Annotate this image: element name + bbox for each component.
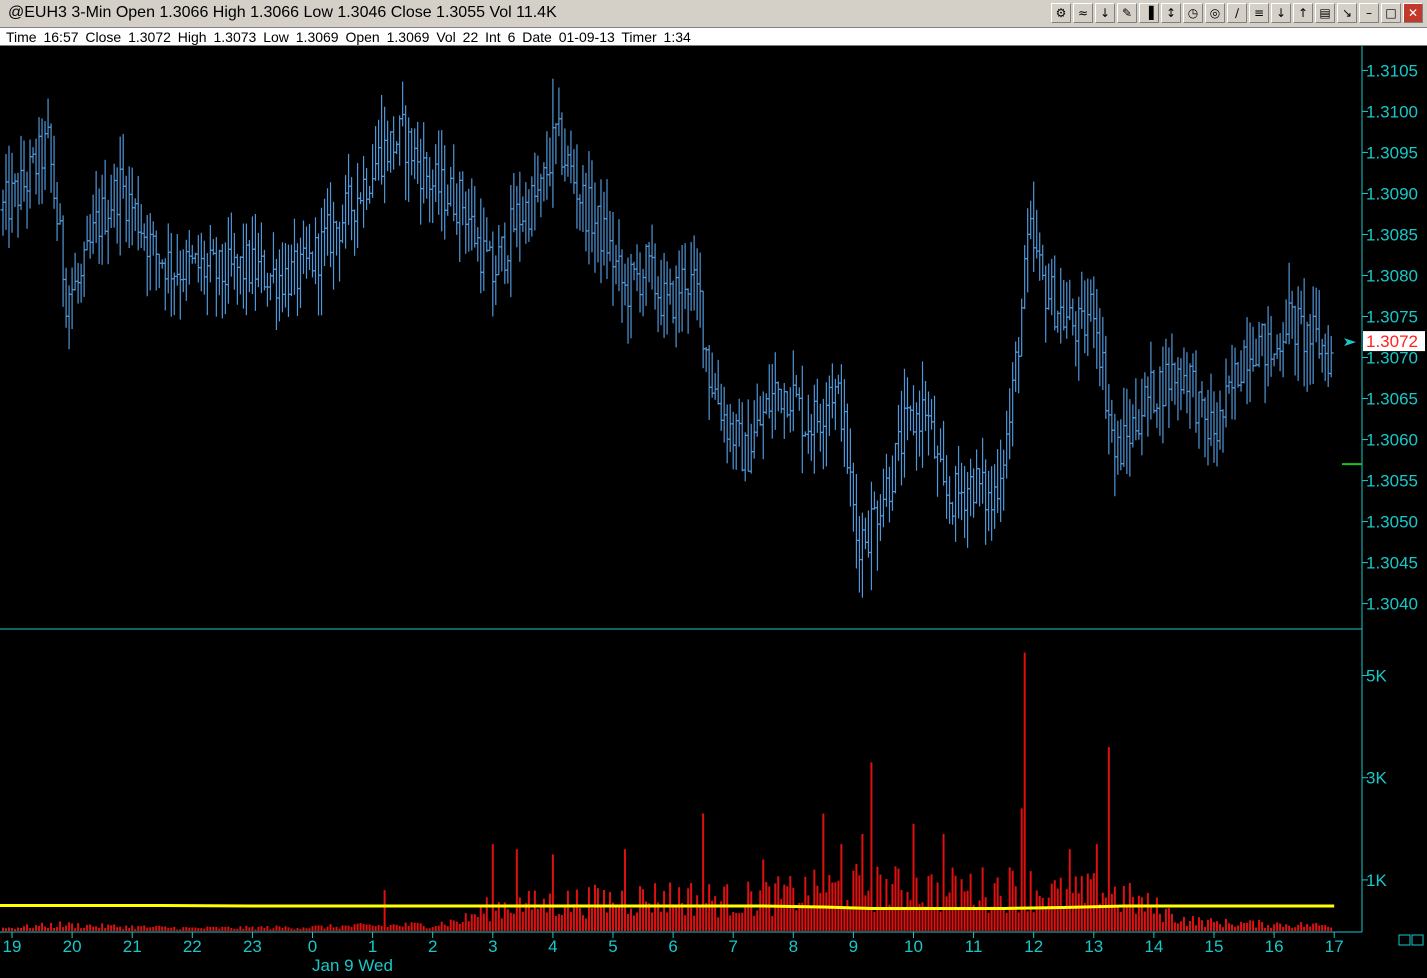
svg-text:8: 8 [789,937,798,956]
close-icon[interactable]: ✕ [1403,3,1423,23]
svg-text:4: 4 [548,937,557,956]
toolbar-btn-4-icon[interactable]: ✎ [1117,3,1137,23]
svg-text:1.3085: 1.3085 [1366,225,1418,244]
price-volume-chart[interactable]: 1.3040 1.3045 1.3050 1.3055 1.3060 1.3065 1.30… [0,46,1427,978]
svg-text:1.3060: 1.3060 [1366,431,1418,450]
volume-tick: 5K [1362,667,1387,686]
svg-text:10: 10 [904,937,923,956]
price-tick: 1.3045 [1362,554,1418,573]
maximize-icon[interactable]: □ [1381,3,1401,23]
svg-text:3: 3 [488,937,497,956]
volume-tick: 3K [1362,769,1387,788]
svg-text:1.3065: 1.3065 [1366,390,1418,409]
price-tick: 1.3095 [1362,143,1418,162]
svg-text:1.3050: 1.3050 [1366,513,1418,532]
svg-text:15: 15 [1205,937,1224,956]
price-tick: 1.3040 [1362,595,1418,614]
price-tick: 1.3075 [1362,307,1418,326]
svg-text:1.3070: 1.3070 [1366,349,1418,368]
svg-text:5: 5 [608,937,617,956]
bar-info-text: Time 16:57 Close 1.3072 High 1.3073 Low … [6,29,691,45]
minimize-icon[interactable]: – [1359,3,1379,23]
svg-text:21: 21 [123,937,142,956]
price-tick: 1.3100 [1362,102,1418,121]
svg-text:0: 0 [308,937,317,956]
svg-text:1.3090: 1.3090 [1366,184,1418,203]
toolbar-btn-3-icon[interactable]: ↓ [1095,3,1115,23]
svg-text:23: 23 [243,937,262,956]
svg-text:6: 6 [668,937,677,956]
svg-text:11: 11 [965,937,983,956]
toolbar-btn-6-icon[interactable]: ↕ [1161,3,1181,23]
svg-text:1.3040: 1.3040 [1366,595,1418,614]
toolbar-btn-9-icon[interactable]: ∕ [1227,3,1247,23]
x-date-label: Jan 9 Wed [312,956,393,975]
toolbar-btn-7-icon[interactable]: ◷ [1183,3,1203,23]
toolbar-btn-2-icon[interactable]: ≈ [1073,3,1093,23]
toolbar-btn-13-icon[interactable]: ▤ [1315,3,1335,23]
svg-text:1.3105: 1.3105 [1366,61,1418,80]
svg-text:1.3080: 1.3080 [1366,266,1418,285]
svg-text:13: 13 [1084,937,1103,956]
toolbar-btn-11-icon[interactable]: ↓ [1271,3,1291,23]
svg-text:17: 17 [1325,937,1344,956]
svg-text:5K: 5K [1366,667,1387,686]
toolbar-btn-8-icon[interactable]: ◎ [1205,3,1225,23]
toolbar-btn-14-icon[interactable]: ↘ [1337,3,1357,23]
svg-text:3K: 3K [1366,769,1387,788]
window-titlebar: @EUH3 3-Min Open 1.3066 High 1.3066 Low … [0,0,1427,28]
svg-text:7: 7 [728,937,737,956]
svg-text:1.3100: 1.3100 [1366,102,1418,121]
svg-text:1.3055: 1.3055 [1366,472,1418,491]
price-tick: 1.3060 [1362,431,1418,450]
svg-text:2: 2 [428,937,437,956]
toolbar-btn-1-icon[interactable]: ⚙ [1051,3,1071,23]
svg-text:20: 20 [63,937,82,956]
volume-tick: 1K [1362,871,1387,890]
svg-text:1.3045: 1.3045 [1366,554,1418,573]
svg-text:1: 1 [368,937,377,956]
price-tick: 1.3090 [1362,184,1418,203]
svg-text:1K: 1K [1366,871,1387,890]
svg-text:19: 19 [3,937,22,956]
data-window-bar: Time 16:57 Close 1.3072 High 1.3073 Low … [0,28,1427,46]
svg-text:9: 9 [849,937,858,956]
price-tick: 1.3070 [1362,349,1418,368]
toolbar-btn-12-icon[interactable]: ↑ [1293,3,1313,23]
price-tick: 1.3065 [1362,390,1418,409]
last-price-label: 1.3072 [1366,332,1418,351]
price-tick: 1.3105 [1362,61,1418,80]
price-tick: 1.3085 [1362,225,1418,244]
toolbar-btn-10-icon[interactable]: ≡ [1249,3,1269,23]
price-tick: 1.3055 [1362,472,1418,491]
svg-text:16: 16 [1265,937,1284,956]
svg-text:1.3075: 1.3075 [1366,307,1418,326]
price-tick: 1.3050 [1362,513,1418,532]
chart-background [0,46,1427,978]
price-tick: 1.3080 [1362,266,1418,285]
svg-text:14: 14 [1144,937,1163,956]
svg-text:12: 12 [1024,937,1043,956]
svg-text:1.3095: 1.3095 [1366,143,1418,162]
svg-text:22: 22 [183,937,202,956]
window-title: @EUH3 3-Min Open 1.3066 High 1.3066 Low … [8,4,557,21]
toolbar-btn-5-icon[interactable]: ▐ [1139,3,1159,23]
chart-toolbar: ⚙ ≈ ↓ ✎ ▐ ↕ ◷ ◎ ∕ ≡ ↓ ↑ ▤ ↘ – □ ✕ [1051,3,1423,23]
